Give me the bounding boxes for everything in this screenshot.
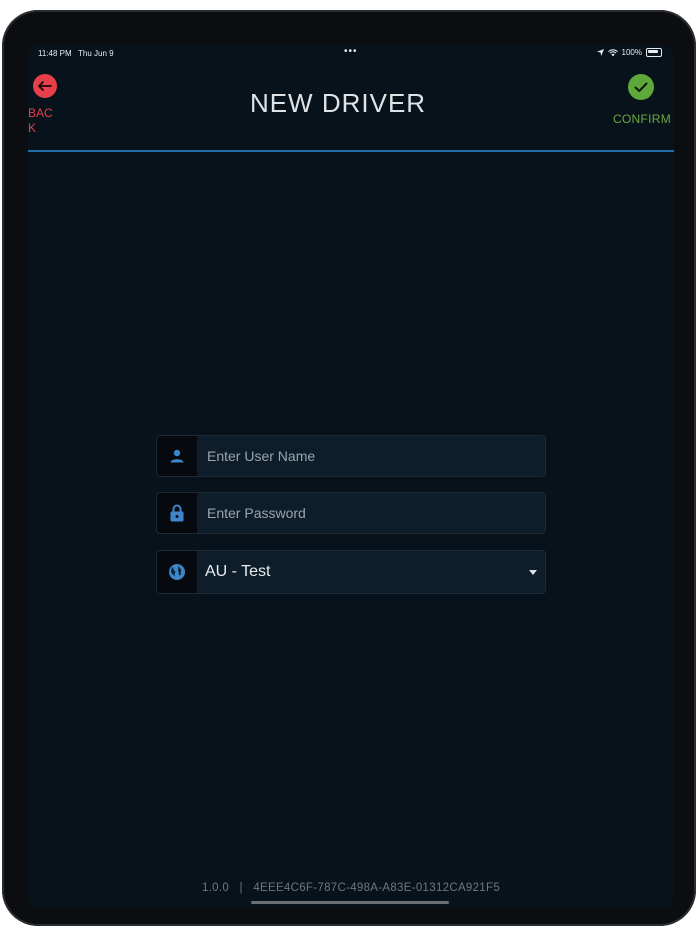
password-input[interactable] <box>197 493 545 533</box>
wifi-icon <box>607 48 618 56</box>
tablet-frame: 11:48 PM Thu Jun 9 ••• 100% BACK NEW DRI… <box>2 10 696 926</box>
app-version: 1.0.0 <box>201 882 230 894</box>
globe-icon <box>157 551 197 593</box>
check-icon <box>628 74 654 100</box>
status-indicators: 100% <box>596 48 662 57</box>
person-icon <box>157 436 197 476</box>
app-footer: 1.0.0 | 4EEE4C6F-787C-498A-A83E-01312CA9… <box>28 882 674 894</box>
header: BACK NEW DRIVER CONFIRM <box>28 62 674 152</box>
multitasking-dots[interactable]: ••• <box>344 46 358 57</box>
home-indicator[interactable] <box>251 901 449 904</box>
username-input[interactable] <box>197 436 545 476</box>
battery-percent: 100% <box>621 48 642 57</box>
password-field <box>156 492 546 534</box>
device-id: 4EEE4C6F-787C-498A-A83E-01312CA921F5 <box>253 882 501 894</box>
footer-separator: | <box>239 882 243 894</box>
username-field <box>156 435 546 477</box>
status-bar: 11:48 PM Thu Jun 9 ••• 100% <box>28 44 674 62</box>
region-select[interactable]: AU - Test <box>156 550 546 594</box>
app-screen: 11:48 PM Thu Jun 9 ••• 100% BACK NEW DRI… <box>28 44 674 909</box>
caret-down-icon <box>521 551 545 593</box>
page-title: NEW DRIVER <box>249 88 427 118</box>
status-time: 11:48 PM <box>38 49 72 58</box>
status-date: Thu Jun 9 <box>78 49 114 58</box>
lock-icon <box>157 493 197 533</box>
location-icon <box>596 49 604 56</box>
region-selected-value: AU - Test <box>205 563 271 580</box>
battery-icon <box>646 48 662 57</box>
confirm-label: CONFIRM <box>612 112 672 126</box>
